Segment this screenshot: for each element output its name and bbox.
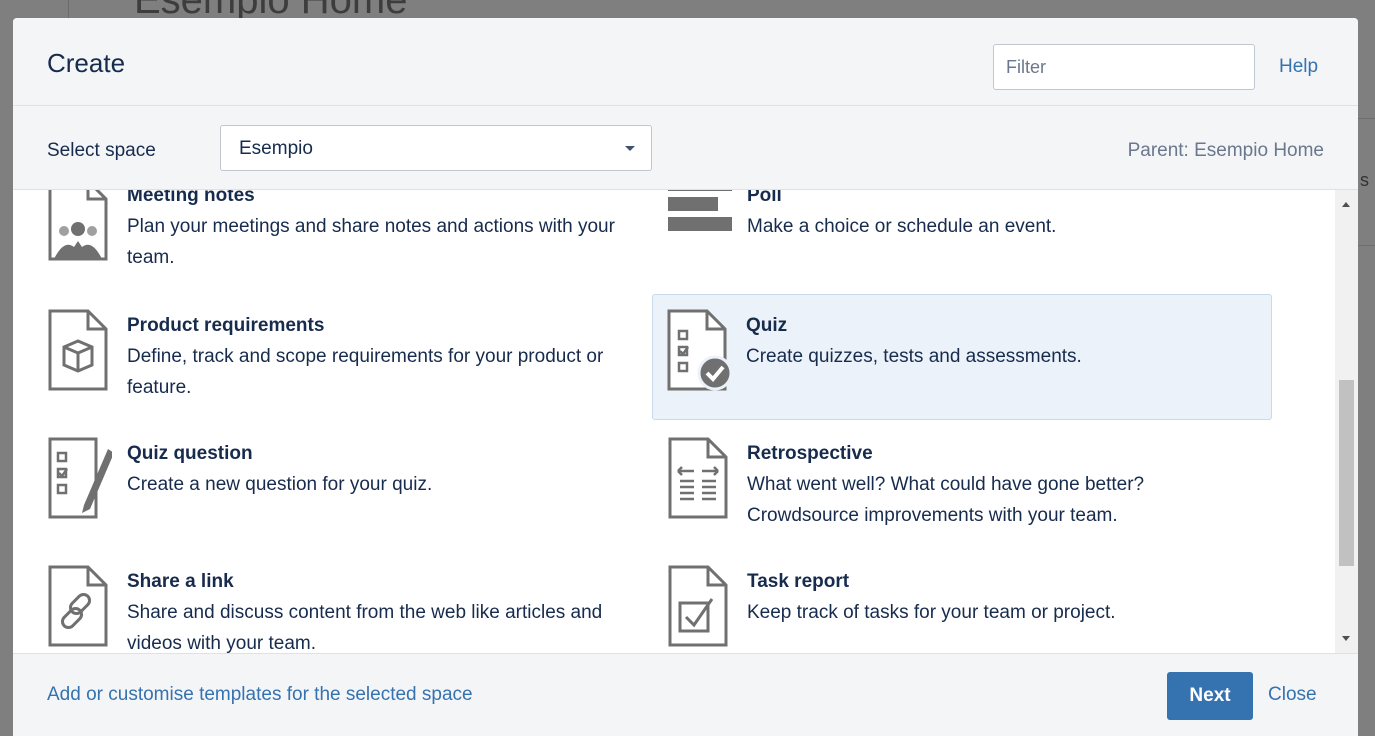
- template-name: Product requirements: [127, 315, 325, 336]
- meeting-notes-icon: [48, 190, 108, 261]
- task-report-icon: [668, 565, 728, 647]
- template-list-container: Meeting notes Plan your meetings and sha…: [13, 190, 1358, 653]
- template-task-report[interactable]: Task report Keep track of tasks for your…: [653, 550, 1273, 653]
- template-description: Plan your meetings and share notes and a…: [127, 216, 615, 268]
- template-description: Make a choice or schedule an event.: [747, 216, 1057, 237]
- template-product-requirements[interactable]: Product requirements Define, track and s…: [33, 294, 653, 420]
- parent-page-label: Parent: Esempio Home: [1127, 140, 1324, 161]
- product-requirements-icon: [48, 309, 108, 391]
- template-name: Meeting notes: [127, 190, 255, 206]
- share-link-icon: [48, 565, 108, 647]
- space-select[interactable]: Esempio: [220, 125, 652, 171]
- scrollbar-thumb[interactable]: [1339, 380, 1354, 566]
- template-description: Create quizzes, tests and assessments.: [746, 346, 1082, 367]
- background-text-fragment: s: [1360, 170, 1369, 190]
- template-retrospective[interactable]: Retrospective What went well? What could…: [653, 422, 1273, 548]
- template-poll[interactable]: Poll Make a choice or schedule an event.: [653, 190, 1273, 290]
- template-list: Meeting notes Plan your meetings and sha…: [13, 190, 1333, 653]
- template-share-link[interactable]: Share a link Share and discuss content f…: [33, 550, 653, 653]
- help-link[interactable]: Help: [1279, 56, 1318, 78]
- template-name: Share a link: [127, 571, 234, 592]
- template-list-scrollbar[interactable]: [1335, 190, 1358, 653]
- background-divider: [68, 0, 69, 20]
- template-description: Keep track of tasks for your team or pro…: [747, 602, 1116, 623]
- quiz-icon: [667, 309, 731, 391]
- dialog-title: Create: [47, 48, 126, 78]
- close-link[interactable]: Close: [1268, 684, 1317, 706]
- template-name: Quiz: [746, 315, 788, 336]
- dialog-footer: Add or customise templates for the selec…: [13, 653, 1358, 736]
- template-quiz-question[interactable]: Quiz question Create a new question for …: [33, 422, 653, 548]
- template-description: Define, track and scope requirements for…: [127, 346, 604, 398]
- template-name: Quiz question: [127, 443, 253, 464]
- template-meeting-notes[interactable]: Meeting notes Plan your meetings and sha…: [33, 190, 653, 290]
- space-selector-row: Select space Esempio Parent: Esempio Hom…: [13, 106, 1358, 190]
- template-description: Share and discuss content from the web l…: [127, 602, 603, 653]
- chevron-down-icon: [625, 146, 635, 151]
- scroll-up-arrow-icon[interactable]: [1342, 202, 1350, 207]
- template-name: Task report: [747, 571, 850, 592]
- customise-templates-link[interactable]: Add or customise templates for the selec…: [47, 684, 473, 706]
- filter-input[interactable]: [993, 44, 1255, 90]
- scroll-down-arrow-icon[interactable]: [1342, 636, 1350, 641]
- template-description: What went well? What could have gone bet…: [747, 474, 1145, 526]
- template-name: Retrospective: [747, 443, 873, 464]
- template-quiz[interactable]: Quiz Create quizzes, tests and assessmen…: [652, 294, 1272, 420]
- template-name: Poll: [747, 190, 782, 206]
- next-button[interactable]: Next: [1167, 672, 1253, 720]
- template-description: Create a new question for your quiz.: [127, 474, 433, 495]
- select-space-label: Select space: [47, 140, 156, 161]
- quiz-question-icon: [48, 437, 112, 519]
- poll-icon: [668, 190, 732, 231]
- create-dialog: Create Help Select space Esempio Parent:…: [13, 18, 1358, 736]
- retrospective-icon: [668, 437, 728, 519]
- dialog-header: Create Help: [13, 18, 1358, 106]
- space-select-value: Esempio: [239, 138, 313, 159]
